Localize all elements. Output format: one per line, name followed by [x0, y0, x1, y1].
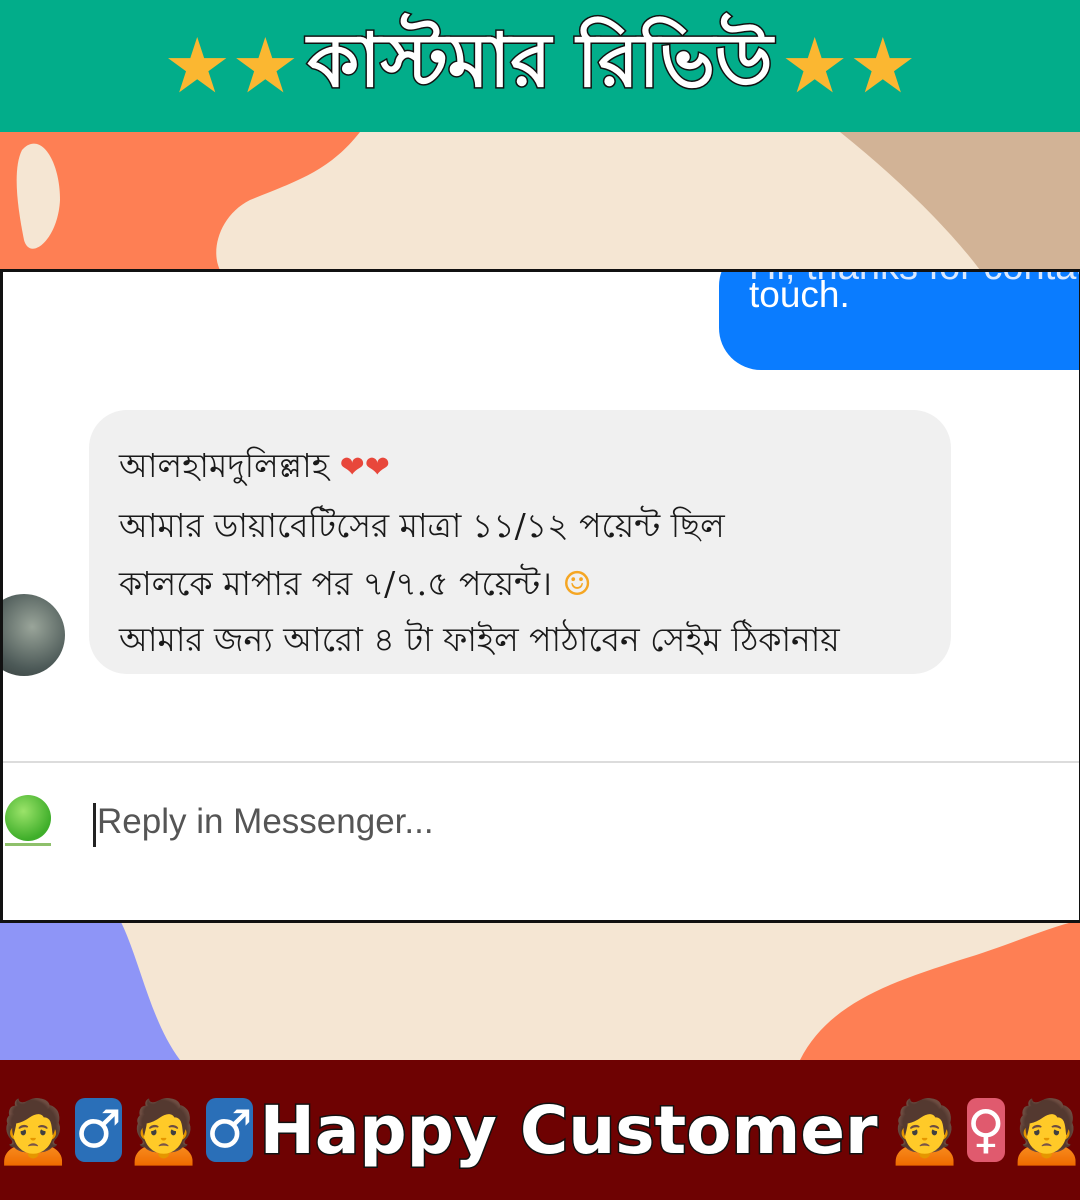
- message-line-text: আলহামদুলিল্লাহ: [119, 446, 330, 485]
- star-icon: ★: [848, 21, 917, 110]
- person-emoji-icon: 🙍: [1005, 1091, 1080, 1168]
- person-emoji-icon: 🙍: [0, 1091, 75, 1168]
- smiling-face-emoji-icon: ☺: [562, 564, 593, 603]
- sent-message-bubble: Hi, thanks for contacting touch.: [719, 272, 1079, 370]
- sent-message-text: touch.: [749, 274, 850, 315]
- message-line-text: কালকে মাপার পর ৭/৭.৫ পয়েন্ট।: [119, 564, 552, 603]
- footer-banner: 🙍 ♂ 🙍 ♂ Happy Customer 🙍 ♀ 🙍: [0, 1060, 1080, 1200]
- female-sign-icon: ♀: [966, 1098, 1005, 1162]
- text-cursor: [93, 803, 96, 847]
- male-sign-icon: ♂: [75, 1098, 122, 1162]
- emoji-icon[interactable]: [5, 795, 51, 846]
- divider: [3, 761, 1079, 763]
- star-icon: ★: [163, 21, 232, 110]
- message-line: আমার ডায়াবেটিসের মাত্রা ১১/১২ পয়েন্ট ছ…: [119, 506, 725, 545]
- received-message-bubble: আলহামদুলিল্লাহ ❤❤ আমার ডায়াবেটিসের মাত্…: [89, 410, 951, 674]
- heart-emoji-icon: ❤❤: [339, 450, 390, 485]
- reply-input[interactable]: Reply in Messenger...: [97, 802, 434, 842]
- star-icon: ★: [780, 21, 849, 110]
- male-sign-icon: ♂: [205, 1098, 253, 1162]
- star-icon: ★: [231, 21, 300, 110]
- person-emoji-icon: 🙍: [883, 1091, 966, 1168]
- messenger-chat-screenshot: Hi, thanks for contacting touch. আলহামদু…: [0, 269, 1080, 923]
- header-banner: ★ ★ কাস্টমার রিভিউ ★ ★: [0, 0, 1080, 132]
- banner-title: কাস্টমার রিভিউ: [306, 16, 774, 105]
- message-line: আলহামদুলিল্লাহ ❤❤: [119, 440, 390, 496]
- person-emoji-icon: 🙍: [122, 1091, 205, 1168]
- message-line: আমার জন্য আরো ৪ টা ফাইল পাঠাবেন সেইম ঠিক…: [119, 620, 840, 659]
- message-line: কালকে মাপার পর ৭/৭.৫ পয়েন্ট। ☺: [119, 558, 592, 614]
- sender-avatar[interactable]: [3, 594, 65, 676]
- footer-title: Happy Customer: [258, 1090, 879, 1170]
